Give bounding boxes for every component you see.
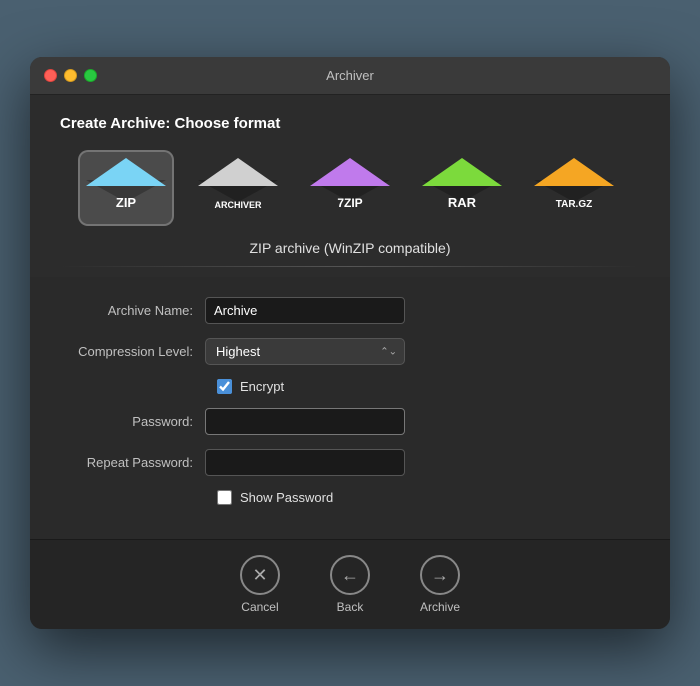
7zip-label: 7ZIP (337, 196, 362, 210)
bottom-bar: ✕ Cancel ← Back → Archive (30, 539, 670, 629)
format-row: ZIP ARCHIVER 7ZIP (60, 150, 640, 226)
content-area: Create Archive: Choose format ZIP ARCHIV… (30, 95, 670, 267)
divider (60, 266, 640, 267)
format-description: ZIP archive (WinZIP compatible) (60, 240, 640, 256)
zip-envelope: ZIP (86, 158, 166, 218)
repeat-password-row: Repeat Password: (60, 449, 640, 476)
cancel-button[interactable]: ✕ Cancel (240, 555, 280, 614)
title-bar: Archiver (30, 57, 670, 95)
password-input[interactable] (205, 408, 405, 435)
format-archiver[interactable]: ARCHIVER (190, 150, 286, 226)
targz-label: TAR.GZ (556, 199, 592, 210)
cancel-circle: ✕ (240, 555, 280, 595)
back-circle: ← (330, 555, 370, 595)
zip-flap (86, 158, 166, 186)
compression-label: Compression Level: (60, 344, 205, 359)
zip-label: ZIP (116, 195, 136, 210)
encrypt-checkbox[interactable] (217, 379, 232, 394)
back-label: Back (337, 600, 364, 614)
rar-flap (422, 158, 502, 186)
rar-envelope: RAR (422, 158, 502, 218)
rar-label: RAR (448, 195, 476, 210)
7zip-flap (310, 158, 390, 186)
7zip-envelope: 7ZIP (310, 158, 390, 218)
cancel-icon: ✕ (252, 565, 267, 586)
back-icon: ← (341, 565, 359, 586)
archiver-flap (198, 158, 278, 186)
maximize-button[interactable] (84, 69, 97, 82)
archive-label: Archive (420, 600, 460, 614)
format-zip[interactable]: ZIP (78, 150, 174, 226)
minimize-button[interactable] (64, 69, 77, 82)
archiver-envelope: ARCHIVER (198, 158, 278, 218)
encrypt-label[interactable]: Encrypt (240, 379, 284, 394)
repeat-password-label: Repeat Password: (60, 455, 205, 470)
archive-icon: → (431, 565, 449, 586)
archive-circle: → (420, 555, 460, 595)
show-password-label[interactable]: Show Password (240, 490, 333, 505)
archive-name-label: Archive Name: (60, 303, 205, 318)
cancel-label: Cancel (241, 600, 278, 614)
compression-row: Compression Level: None Lowest Low Norma… (60, 338, 640, 365)
targz-flap (534, 158, 614, 186)
password-row: Password: (60, 408, 640, 435)
form-section: Archive Name: Compression Level: None Lo… (30, 277, 670, 539)
repeat-password-input[interactable] (205, 449, 405, 476)
compression-select-wrapper: None Lowest Low Normal High Highest (205, 338, 405, 365)
format-rar[interactable]: RAR (414, 150, 510, 226)
show-password-row: Show Password (60, 490, 640, 505)
targz-envelope: TAR.GZ (534, 158, 614, 218)
header-bold: Create Archive: (60, 115, 170, 132)
app-window: Archiver Create Archive: Choose format Z… (30, 57, 670, 629)
archive-name-row: Archive Name: (60, 297, 640, 324)
format-targz[interactable]: TAR.GZ (526, 150, 622, 226)
encrypt-row: Encrypt (60, 379, 640, 394)
traffic-lights (44, 69, 97, 82)
archiver-label: ARCHIVER (214, 200, 261, 210)
header-subtitle: Choose format (175, 115, 281, 132)
compression-select[interactable]: None Lowest Low Normal High Highest (205, 338, 405, 365)
format-7zip[interactable]: 7ZIP (302, 150, 398, 226)
archive-button[interactable]: → Archive (420, 555, 460, 614)
section-header: Create Archive: Choose format (60, 115, 640, 132)
show-password-checkbox[interactable] (217, 490, 232, 505)
window-title: Archiver (326, 68, 374, 83)
close-button[interactable] (44, 69, 57, 82)
back-button[interactable]: ← Back (330, 555, 370, 614)
password-label: Password: (60, 414, 205, 429)
archive-name-input[interactable] (205, 297, 405, 324)
